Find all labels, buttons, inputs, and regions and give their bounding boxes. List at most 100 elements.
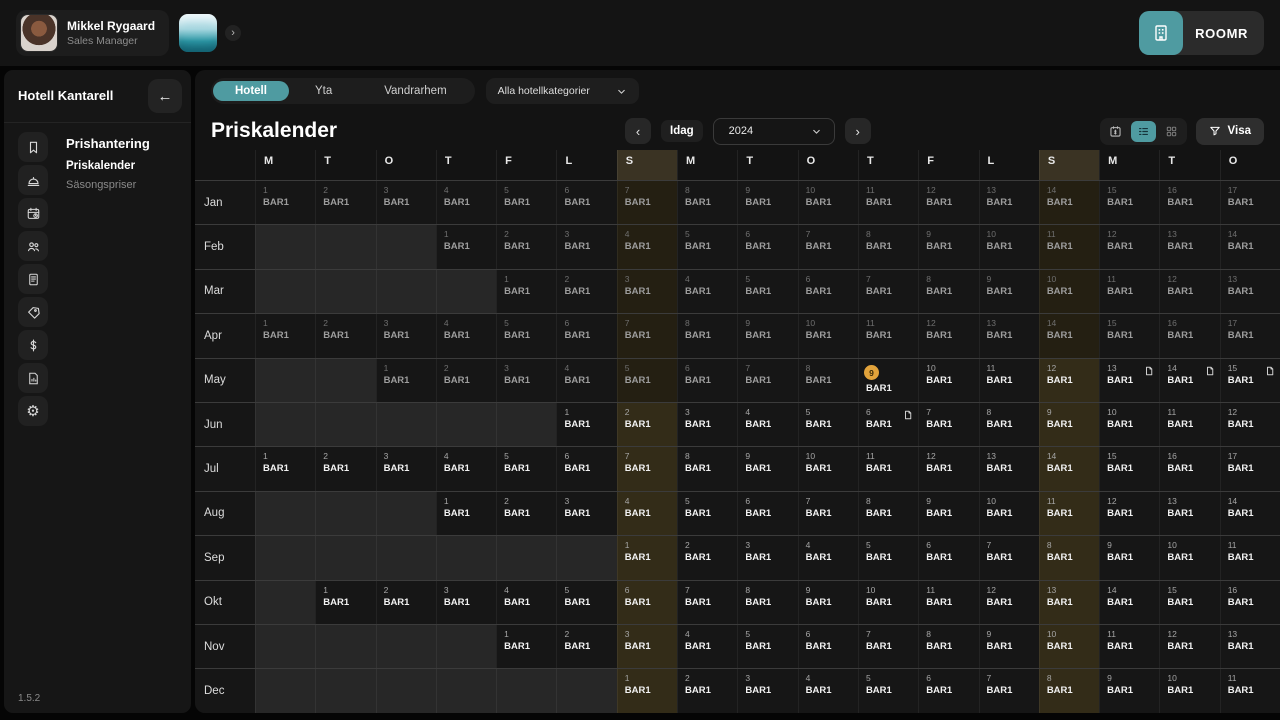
day-cell[interactable]: 17BAR1 bbox=[1220, 447, 1280, 490]
day-cell[interactable]: 7BAR1 bbox=[918, 403, 978, 446]
day-cell[interactable]: 11BAR1 bbox=[979, 359, 1039, 402]
day-cell[interactable]: 2BAR1 bbox=[315, 447, 375, 490]
day-cell[interactable]: 9BAR1 bbox=[737, 447, 797, 490]
day-cell[interactable]: 13BAR1 bbox=[979, 314, 1039, 357]
day-cell[interactable]: 2BAR1 bbox=[677, 669, 737, 712]
day-cell[interactable]: 6BAR1 bbox=[677, 359, 737, 402]
day-cell[interactable]: 5BAR1 bbox=[556, 581, 616, 624]
sidebar-item-settings-gear-icon[interactable]: ⚙ bbox=[18, 396, 48, 426]
day-cell[interactable]: 13BAR1 bbox=[1039, 581, 1099, 624]
day-cell[interactable]: 8BAR1 bbox=[979, 403, 1039, 446]
day-cell[interactable]: 5BAR1 bbox=[858, 536, 918, 579]
day-cell[interactable]: 12BAR1 bbox=[1099, 492, 1159, 535]
day-cell[interactable]: 15BAR1 bbox=[1099, 447, 1159, 490]
day-cell[interactable]: 7BAR1 bbox=[677, 581, 737, 624]
day-cell[interactable]: 10BAR1 bbox=[979, 492, 1039, 535]
day-cell[interactable]: 2BAR1 bbox=[315, 314, 375, 357]
day-cell[interactable]: 1BAR1 bbox=[617, 669, 677, 712]
nav-item-priskalender[interactable]: Priskalender bbox=[66, 160, 150, 172]
day-cell[interactable]: 11BAR1 bbox=[858, 314, 918, 357]
day-cell[interactable]: 12BAR1 bbox=[918, 314, 978, 357]
day-cell[interactable]: 8BAR1 bbox=[737, 581, 797, 624]
day-cell[interactable]: 10BAR1 bbox=[798, 181, 858, 224]
day-cell[interactable]: 7BAR1 bbox=[617, 181, 677, 224]
day-cell[interactable]: 13BAR1 bbox=[1099, 359, 1159, 402]
day-cell[interactable]: 6BAR1 bbox=[737, 492, 797, 535]
day-cell[interactable]: 11BAR1 bbox=[858, 447, 918, 490]
day-cell[interactable]: 4BAR1 bbox=[436, 181, 496, 224]
day-cell[interactable]: 5BAR1 bbox=[858, 669, 918, 712]
day-cell[interactable]: 11BAR1 bbox=[858, 181, 918, 224]
property-thumbnail[interactable] bbox=[179, 14, 217, 52]
day-cell[interactable]: 12BAR1 bbox=[918, 447, 978, 490]
day-cell[interactable]: 1BAR1 bbox=[556, 403, 616, 446]
day-cell[interactable]: 11BAR1 bbox=[1099, 270, 1159, 313]
day-cell[interactable]: 4BAR1 bbox=[556, 359, 616, 402]
day-cell[interactable]: 9BAR1 bbox=[798, 581, 858, 624]
tab-hotell[interactable]: Hotell bbox=[213, 81, 289, 101]
prev-year-button[interactable]: ‹ bbox=[625, 118, 651, 144]
day-cell[interactable]: 8BAR1 bbox=[677, 314, 737, 357]
day-cell[interactable]: 10BAR1 bbox=[798, 447, 858, 490]
day-cell[interactable]: 10BAR1 bbox=[1039, 625, 1099, 668]
day-cell[interactable]: 14BAR1 bbox=[1220, 492, 1280, 535]
day-cell[interactable]: 14BAR1 bbox=[1220, 225, 1280, 268]
day-cell[interactable]: 17BAR1 bbox=[1220, 314, 1280, 357]
day-cell[interactable]: 3BAR1 bbox=[556, 225, 616, 268]
day-cell[interactable]: 4BAR1 bbox=[617, 492, 677, 535]
day-cell[interactable]: 1BAR1 bbox=[255, 447, 315, 490]
day-cell[interactable]: 9BAR1 bbox=[1039, 403, 1099, 446]
day-cell[interactable]: 4BAR1 bbox=[436, 314, 496, 357]
day-cell[interactable]: 7BAR1 bbox=[858, 625, 918, 668]
day-cell[interactable]: 8BAR1 bbox=[1039, 669, 1099, 712]
day-cell[interactable]: 8BAR1 bbox=[858, 492, 918, 535]
day-cell[interactable]: 3BAR1 bbox=[436, 581, 496, 624]
day-cell[interactable]: 10BAR1 bbox=[918, 359, 978, 402]
day-cell[interactable]: 6BAR1 bbox=[556, 181, 616, 224]
day-cell[interactable]: 6BAR1 bbox=[556, 447, 616, 490]
day-cell[interactable]: 11BAR1 bbox=[1099, 625, 1159, 668]
day-cell[interactable]: 9BAR1 bbox=[1099, 536, 1159, 579]
day-cell[interactable]: 6BAR1 bbox=[798, 270, 858, 313]
day-cell[interactable]: 2BAR1 bbox=[556, 270, 616, 313]
day-cell[interactable]: 5BAR1 bbox=[737, 625, 797, 668]
day-cell[interactable]: 6BAR1 bbox=[858, 403, 918, 446]
day-cell[interactable]: 2BAR1 bbox=[496, 225, 556, 268]
day-cell[interactable]: 7BAR1 bbox=[798, 225, 858, 268]
day-cell[interactable]: 5BAR1 bbox=[677, 492, 737, 535]
day-cell[interactable]: 6BAR1 bbox=[556, 314, 616, 357]
day-cell[interactable]: 6BAR1 bbox=[737, 225, 797, 268]
day-cell[interactable]: 5BAR1 bbox=[677, 225, 737, 268]
day-cell[interactable]: 4BAR1 bbox=[436, 447, 496, 490]
today-button[interactable]: Idag bbox=[661, 120, 703, 142]
day-cell[interactable]: 3BAR1 bbox=[376, 181, 436, 224]
day-cell[interactable]: 14BAR1 bbox=[1159, 359, 1219, 402]
day-cell[interactable]: 11BAR1 bbox=[1039, 492, 1099, 535]
day-cell[interactable]: 7BAR1 bbox=[617, 447, 677, 490]
day-cell[interactable]: 4BAR1 bbox=[737, 403, 797, 446]
collapse-sidebar-button[interactable]: ← bbox=[148, 79, 182, 113]
day-cell[interactable]: 12BAR1 bbox=[979, 581, 1039, 624]
day-cell[interactable]: 8BAR1 bbox=[918, 625, 978, 668]
day-cell[interactable]: 15BAR1 bbox=[1099, 181, 1159, 224]
day-cell[interactable]: 5BAR1 bbox=[737, 270, 797, 313]
day-cell[interactable]: 2BAR1 bbox=[315, 181, 375, 224]
day-cell[interactable]: 5BAR1 bbox=[496, 447, 556, 490]
day-cell[interactable]: 12BAR1 bbox=[1220, 403, 1280, 446]
day-cell[interactable]: 6BAR1 bbox=[798, 625, 858, 668]
day-cell[interactable]: 7BAR1 bbox=[858, 270, 918, 313]
day-cell[interactable]: 1BAR1 bbox=[255, 314, 315, 357]
day-cell[interactable]: 13BAR1 bbox=[979, 447, 1039, 490]
day-cell[interactable]: 15BAR1 bbox=[1220, 359, 1280, 402]
day-cell[interactable]: 4BAR1 bbox=[496, 581, 556, 624]
day-cell[interactable]: 6BAR1 bbox=[918, 536, 978, 579]
day-cell[interactable]: 1BAR1 bbox=[617, 536, 677, 579]
day-cell[interactable]: 15BAR1 bbox=[1099, 314, 1159, 357]
day-cell[interactable]: 7BAR1 bbox=[979, 669, 1039, 712]
day-cell[interactable]: 1BAR1 bbox=[376, 359, 436, 402]
day-cell[interactable]: 5BAR1 bbox=[496, 181, 556, 224]
day-cell[interactable]: 2BAR1 bbox=[436, 359, 496, 402]
day-cell[interactable]: 10BAR1 bbox=[798, 314, 858, 357]
calendar-list-view-icon[interactable] bbox=[1131, 121, 1156, 142]
day-cell[interactable]: 12BAR1 bbox=[1099, 225, 1159, 268]
